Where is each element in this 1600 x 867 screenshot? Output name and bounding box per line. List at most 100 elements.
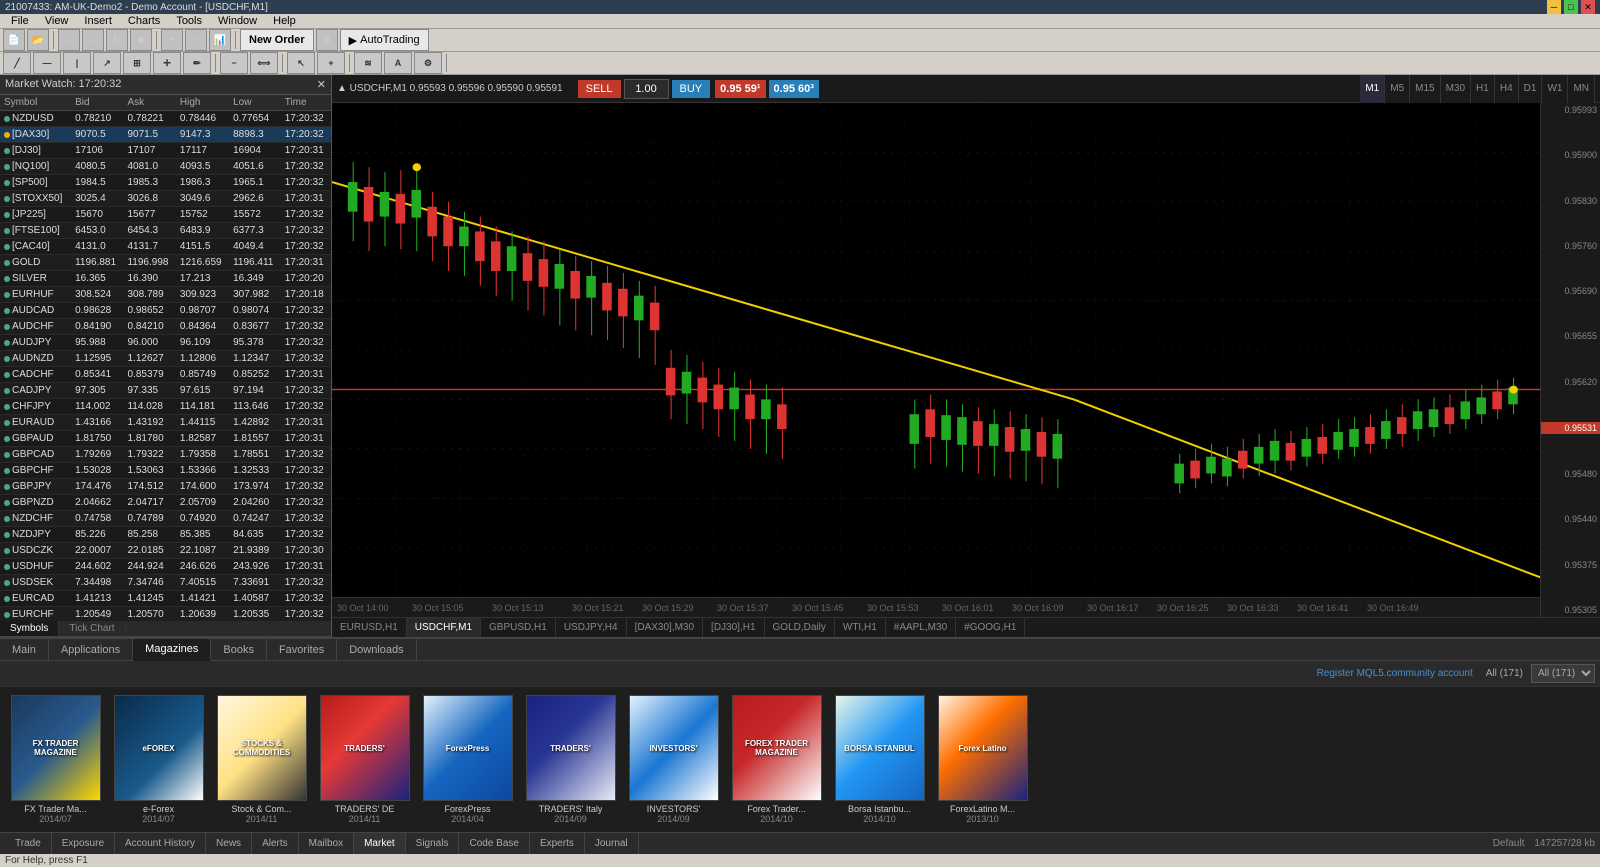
table-row[interactable]: GBPCHF 1.53028 1.53063 1.53366 1.32533 1… — [0, 463, 331, 479]
measure-icon[interactable]: ⟺ — [250, 52, 278, 74]
status-tab-codebase[interactable]: Code Base — [459, 833, 529, 855]
table-row[interactable]: EURCHF 1.20549 1.20570 1.20639 1.20535 1… — [0, 607, 331, 622]
menu-tools[interactable]: Tools — [168, 14, 210, 28]
crosshair-icon[interactable]: ✛ — [153, 52, 181, 74]
table-row[interactable]: [NQ100] 4080.5 4081.0 4093.5 4051.6 17:2… — [0, 159, 331, 175]
chart-icon[interactable]: 📊 — [209, 29, 231, 51]
settings-icon[interactable]: ⚙ — [414, 52, 442, 74]
tf-m15[interactable]: M15 — [1410, 75, 1440, 103]
menu-window[interactable]: Window — [210, 14, 265, 28]
status-tab-history[interactable]: Account History — [115, 833, 206, 855]
hline-icon[interactable]: — — [33, 52, 61, 74]
list-item[interactable]: TRADERS' TRADERS' Italy 2014/09 — [523, 695, 618, 824]
tf-w1[interactable]: W1 — [1542, 75, 1568, 103]
table-row[interactable]: GBPJPY 174.476 174.512 174.600 173.974 1… — [0, 479, 331, 495]
table-row[interactable]: CADCHF 0.85341 0.85379 0.85749 0.85252 1… — [0, 367, 331, 383]
market-watch-close[interactable]: ✕ — [317, 78, 326, 91]
tab-applications[interactable]: Applications — [49, 639, 133, 660]
chart-tab-wti[interactable]: WTI,H1 — [835, 618, 886, 637]
tab-favorites[interactable]: Favorites — [267, 639, 337, 660]
table-row[interactable]: NZDCHF 0.74758 0.74789 0.74920 0.74247 1… — [0, 511, 331, 527]
table-row[interactable]: [SP500] 1984.5 1985.3 1986.3 1965.1 17:2… — [0, 175, 331, 191]
menu-charts[interactable]: Charts — [120, 14, 168, 28]
tab-magazines[interactable]: Magazines — [133, 639, 211, 661]
tf-h1[interactable]: H1 — [1471, 75, 1495, 103]
list-item[interactable]: FOREX TRADER MAGAZINE Forex Trader... 20… — [729, 695, 824, 824]
forward-icon[interactable]: → — [82, 29, 104, 51]
table-row[interactable]: AUDNZD 1.12595 1.12627 1.12806 1.12347 1… — [0, 351, 331, 367]
table-row[interactable]: NZDUSD 0.78210 0.78221 0.78446 0.77654 1… — [0, 111, 331, 127]
filter-dropdown[interactable]: All (171) — [1531, 664, 1595, 683]
buy-button[interactable]: BUY — [672, 80, 711, 98]
order-icon[interactable]: ⚙ — [316, 29, 338, 51]
chart-tab-dax30[interactable]: [DAX30],M30 — [627, 618, 703, 637]
line-icon[interactable]: ╱ — [3, 52, 31, 74]
tab-books[interactable]: Books — [211, 639, 267, 660]
tf-mn[interactable]: MN — [1568, 75, 1595, 103]
table-row[interactable]: GOLD 1196.881 1196.998 1216.659 1196.411… — [0, 255, 331, 271]
table-row[interactable]: GBPNZD 2.04662 2.04717 2.05709 2.04260 1… — [0, 495, 331, 511]
table-row[interactable]: [STOXX50] 3025.4 3026.8 3049.6 2962.6 17… — [0, 191, 331, 207]
new-order-button[interactable]: New Order — [240, 29, 314, 51]
minus-icon[interactable]: − — [220, 52, 248, 74]
status-tab-mailbox[interactable]: Mailbox — [299, 833, 354, 855]
status-tab-alerts[interactable]: Alerts — [252, 833, 299, 855]
tf-m30[interactable]: M30 — [1441, 75, 1471, 103]
tf-m5[interactable]: M5 — [1385, 75, 1410, 103]
stop-icon[interactable]: ■ — [130, 29, 152, 51]
refresh-icon[interactable]: ↻ — [106, 29, 128, 51]
zoom-select-icon[interactable]: ⊞ — [123, 52, 151, 74]
table-row[interactable]: EURCAD 1.41213 1.41245 1.41421 1.40587 1… — [0, 591, 331, 607]
open-icon[interactable]: 📂 — [27, 29, 49, 51]
close-button[interactable]: ✕ — [1581, 0, 1595, 14]
table-row[interactable]: [FTSE100] 6453.0 6454.3 6483.9 6377.3 17… — [0, 223, 331, 239]
text-icon[interactable]: A — [384, 52, 412, 74]
chart-tab-dj30[interactable]: [DJ30],H1 — [703, 618, 764, 637]
quantity-input[interactable] — [624, 79, 669, 99]
list-item[interactable]: INVESTORS' INVESTORS' 2014/09 — [626, 695, 721, 824]
pen-icon[interactable]: ✏ — [183, 52, 211, 74]
chart-tab-usdchf[interactable]: USDCHF,M1 — [407, 618, 481, 637]
table-row[interactable]: USDCZK 22.0007 22.0185 22.1087 21.9389 1… — [0, 543, 331, 559]
table-row[interactable]: [DAX30] 9070.5 9071.5 9147.3 8898.3 17:2… — [0, 127, 331, 143]
maximize-button[interactable]: □ — [1564, 0, 1578, 14]
chart-tab-goog[interactable]: #GOOG,H1 — [956, 618, 1025, 637]
status-tab-experts[interactable]: Experts — [530, 833, 585, 855]
back-icon[interactable]: ← — [58, 29, 80, 51]
mw-tab-symbols[interactable]: Symbols — [0, 621, 59, 636]
table-row[interactable]: USDHUF 244.602 244.924 246.626 243.926 1… — [0, 559, 331, 575]
zoom-in-icon[interactable]: + — [161, 29, 183, 51]
chart-tab-eurusd[interactable]: EURUSD,H1 — [332, 618, 407, 637]
trendline-icon[interactable]: ↗ — [93, 52, 121, 74]
cursor-icon[interactable]: ↖ — [287, 52, 315, 74]
fib-icon[interactable]: ≋ — [354, 52, 382, 74]
tf-h4[interactable]: H4 — [1495, 75, 1519, 103]
vline-icon[interactable]: | — [63, 52, 91, 74]
table-row[interactable]: USDSEK 7.34498 7.34746 7.40515 7.33691 1… — [0, 575, 331, 591]
list-item[interactable]: TRADERS' TRADERS' DE 2014/11 — [317, 695, 412, 824]
chart-tab-gold[interactable]: GOLD,Daily — [765, 618, 835, 637]
sell-button[interactable]: SELL — [578, 80, 621, 98]
menu-help[interactable]: Help — [265, 14, 304, 28]
status-tab-exposure[interactable]: Exposure — [52, 833, 115, 855]
list-item[interactable]: ForexPress ForexPress 2014/04 — [420, 695, 515, 824]
list-item[interactable]: BORSA ISTANBUL Borsa Istanbu... 2014/10 — [832, 695, 927, 824]
tf-d1[interactable]: D1 — [1519, 75, 1543, 103]
table-row[interactable]: AUDJPY 95.988 96.000 96.109 95.378 17:20… — [0, 335, 331, 351]
list-item[interactable]: FX TRADER MAGAZINE FX Trader Ma... 2014/… — [8, 695, 103, 824]
table-row[interactable]: CHFJPY 114.002 114.028 114.181 113.646 1… — [0, 399, 331, 415]
list-item[interactable]: Forex Latino ForexLatino M... 2013/10 — [935, 695, 1030, 824]
table-row[interactable]: SILVER 16.365 16.390 17.213 16.349 17:20… — [0, 271, 331, 287]
auto-trading-button[interactable]: ▶ AutoTrading — [340, 29, 429, 51]
zoom-out-icon[interactable]: − — [185, 29, 207, 51]
table-row[interactable]: GBPCAD 1.79269 1.79322 1.79358 1.78551 1… — [0, 447, 331, 463]
new-chart-icon[interactable]: 📄 — [3, 29, 25, 51]
table-row[interactable]: CADJPY 97.305 97.335 97.615 97.194 17:20… — [0, 383, 331, 399]
tf-m1[interactable]: M1 — [1360, 75, 1385, 103]
table-row[interactable]: AUDCHF 0.84190 0.84210 0.84364 0.83677 1… — [0, 319, 331, 335]
chart-tab-usdjpy[interactable]: USDJPY,H4 — [556, 618, 627, 637]
table-row[interactable]: AUDCAD 0.98628 0.98652 0.98707 0.98074 1… — [0, 303, 331, 319]
table-row[interactable]: GBPAUD 1.81750 1.81780 1.82587 1.81557 1… — [0, 431, 331, 447]
menu-insert[interactable]: Insert — [76, 14, 120, 28]
menu-view[interactable]: View — [37, 14, 77, 28]
